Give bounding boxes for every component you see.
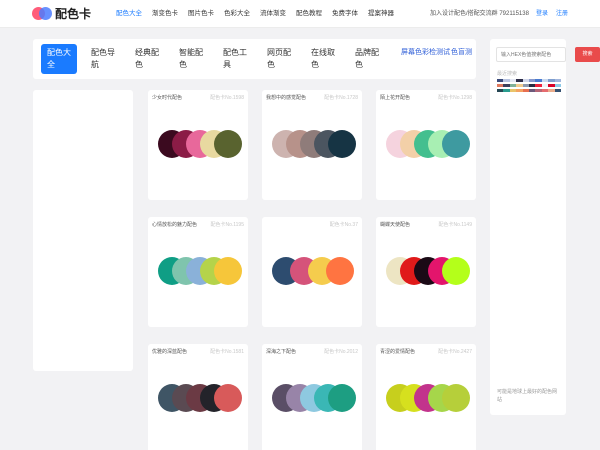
palette-number: 配色卡No.1728 — [324, 95, 358, 101]
nav-item[interactable]: 配色大全 — [116, 0, 142, 28]
register-link[interactable]: 注册 — [556, 0, 568, 28]
color-swatch[interactable] — [328, 130, 356, 158]
palette-swatches — [386, 130, 476, 158]
color-swatch[interactable] — [442, 384, 470, 412]
palette-number: 配色卡No.1598 — [210, 95, 244, 101]
top-header: 配色卡 配色大全 渐变色卡 图片色卡 色彩大全 流体渐变 配色教程 免费字体 提… — [0, 0, 600, 28]
palette-swatches — [386, 384, 476, 412]
nav-item[interactable]: 配色教程 — [296, 0, 322, 28]
palette-card[interactable]: 蝴蝶天使配色 配色卡No.1149 — [376, 217, 476, 327]
color-swatch[interactable] — [214, 257, 242, 285]
category-item[interactable]: 品牌配色 — [349, 44, 385, 74]
right-panel: 最近搜索 可能是地球上最好的配色网站 — [490, 39, 566, 415]
palette-card[interactable]: 陌上花开配色 配色卡No.1298 — [376, 90, 476, 200]
palette-title: 陌上花开配色 — [380, 95, 411, 101]
category-item[interactable]: 屏幕色彩检测试 — [401, 44, 451, 74]
palette-number: 配色卡No.1149 — [438, 222, 472, 228]
category-item[interactable]: 在线取色 — [305, 44, 341, 74]
palette-card[interactable]: 深海之下配色 配色卡No.2012 — [262, 344, 362, 450]
recent-palettes — [497, 79, 562, 94]
color-swatch[interactable] — [214, 130, 242, 158]
category-item[interactable]: 配色工具 — [217, 44, 253, 74]
category-item[interactable]: 配色导航 — [85, 44, 121, 74]
palette-title: 优雅的深蓝配色 — [152, 349, 188, 355]
strip-color — [554, 84, 562, 87]
palette-swatches — [158, 384, 248, 412]
site-slogan: 可能是地球上最好的配色网站 — [497, 389, 558, 403]
nav-item[interactable]: 图片色卡 — [188, 0, 214, 28]
palette-number: 配色卡No.2427 — [438, 349, 472, 355]
category-item[interactable]: 配色大全 — [41, 44, 77, 74]
color-swatch[interactable] — [326, 257, 354, 285]
palette-swatches — [158, 257, 248, 285]
palette-number: 配色卡No.1298 — [438, 95, 472, 101]
logo[interactable]: 配色卡 — [32, 6, 91, 22]
recent-palette-strip[interactable] — [497, 84, 562, 87]
nav-item[interactable]: 免费字体 — [332, 0, 358, 28]
left-panel — [33, 90, 133, 371]
category-item[interactable]: 经典配色 — [129, 44, 165, 74]
hex-search-input[interactable] — [496, 47, 566, 62]
palette-swatches — [272, 257, 362, 285]
palette-title: 深海之下配色 — [266, 349, 297, 355]
category-bar: 配色大全 配色导航 经典配色 智能配色 配色工具 网页配色 在线取色 品牌配色 … — [33, 39, 476, 79]
logo-mark-icon — [39, 7, 52, 20]
palette-card[interactable]: 少女时代配色 配色卡No.1598 — [148, 90, 248, 200]
recent-palette-strip[interactable] — [497, 89, 562, 92]
color-swatch[interactable] — [442, 130, 470, 158]
palette-number: 配色卡No.1195 — [210, 222, 244, 228]
category-item[interactable]: 智能配色 — [173, 44, 209, 74]
palette-title: 少女时代配色 — [152, 95, 183, 101]
palette-swatches — [386, 257, 476, 285]
color-swatch[interactable] — [442, 257, 470, 285]
nav-item[interactable]: 渐变色卡 — [152, 0, 178, 28]
palette-card[interactable]: 配色卡No.37 — [262, 217, 362, 327]
palette-title: 青涩的爱情配色 — [380, 349, 416, 355]
category-item[interactable]: 网页配色 — [261, 44, 297, 74]
palette-card[interactable]: 青涩的爱情配色 配色卡No.2427 — [376, 344, 476, 450]
palette-card[interactable]: 心情放松的魅力配色 配色卡No.1195 — [148, 217, 248, 327]
palette-swatches — [272, 384, 362, 412]
palette-title: 心情放松的魅力配色 — [152, 222, 198, 228]
contact-group-link[interactable]: 加入设计配色/搭配交流群 792115138 — [430, 0, 529, 28]
logo-text: 配色卡 — [55, 7, 92, 21]
palette-number: 配色卡No.37 — [329, 222, 358, 228]
palette-number: 配色卡No.1581 — [210, 349, 244, 355]
palette-title: 蝴蝶天使配色 — [380, 222, 411, 228]
color-swatch[interactable] — [214, 384, 242, 412]
nav-item[interactable]: 色彩大全 — [224, 0, 250, 28]
color-swatch[interactable] — [328, 384, 356, 412]
palette-card[interactable]: 优雅的深蓝配色 配色卡No.1581 — [148, 344, 248, 450]
category-item[interactable]: 色盲测 — [451, 44, 477, 74]
recent-search-label: 最近搜索 — [497, 71, 518, 77]
palette-number: 配色卡No.2012 — [324, 349, 358, 355]
search-button[interactable]: 搜索 — [575, 47, 600, 62]
recent-palette-strip[interactable] — [497, 79, 562, 82]
top-nav: 配色大全 渐变色卡 图片色卡 色彩大全 流体渐变 配色教程 免费字体 提案神器 — [116, 0, 404, 28]
palette-card[interactable]: 我想中的感觉配色 配色卡No.1728 — [262, 90, 362, 200]
strip-color — [554, 79, 562, 82]
palette-swatches — [158, 130, 248, 158]
nav-item[interactable]: 流体渐变 — [260, 0, 286, 28]
login-link[interactable]: 登录 — [536, 0, 548, 28]
palette-title: 我想中的感觉配色 — [266, 95, 307, 101]
strip-color — [554, 89, 562, 92]
nav-item[interactable]: 提案神器 — [368, 0, 394, 28]
palette-swatches — [272, 130, 362, 158]
